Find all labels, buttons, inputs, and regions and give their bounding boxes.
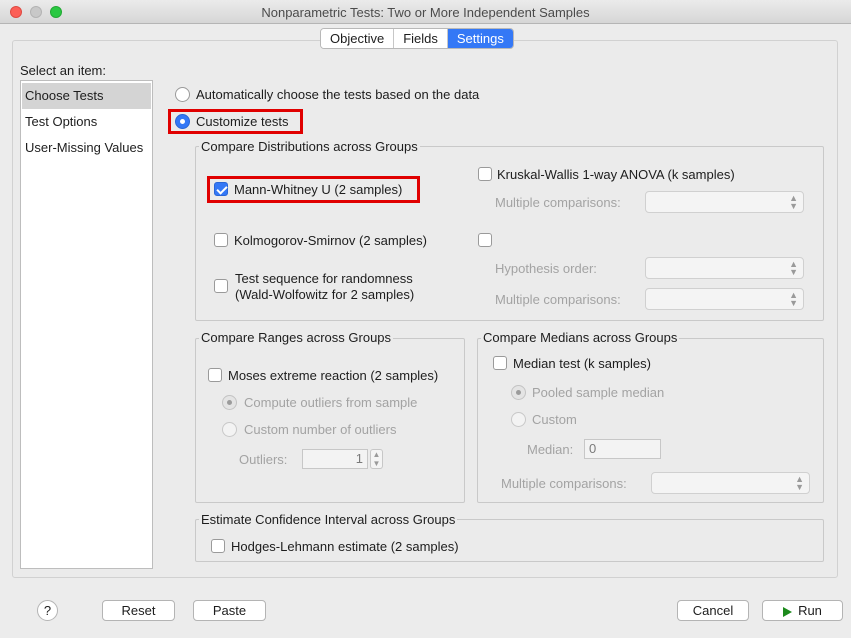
run-label: Run [798,603,822,618]
multiple-comparisons-select-2[interactable]: ▲ ▼ [645,288,804,310]
reset-button[interactable]: Reset [102,600,175,621]
run-button[interactable]: Run [762,600,843,621]
cancel-button[interactable]: Cancel [677,600,749,621]
chevron-updown-icon: ▲ ▼ [789,193,798,211]
pooled-median-radio[interactable] [511,385,526,400]
tab-bar: Objective Fields Settings [320,28,514,49]
multiple-comparisons-select-1[interactable]: ▲ ▼ [645,191,804,213]
outliers-label: Outliers: [239,452,288,467]
window-title: Nonparametric Tests: Two or More Indepen… [261,5,590,20]
ranges-group [195,338,465,503]
compute-outliers-radio[interactable] [222,395,237,410]
median-value-label: Median: [527,442,574,457]
custom-median-label: Custom [532,412,577,427]
sidebar-item-user-missing-values[interactable]: User-Missing Values [22,135,151,161]
select-item-label: Select an item: [20,63,106,78]
multiple-comparisons-label-2: Multiple comparisons: [495,292,621,307]
outliers-input[interactable]: 1 [302,449,368,469]
chevron-updown-icon: ▲ ▼ [789,259,798,277]
hypothesis-order-label: Hypothesis order: [495,261,597,276]
median-test-checkbox[interactable] [493,356,507,370]
customize-tests-radio[interactable] [175,114,190,129]
randomness-label-1: Test sequence for randomness [235,271,413,286]
outliers-stepper[interactable]: ▲ ▼ [370,449,383,469]
randomness-label-2: (Wald-Wolfowitz for 2 samples) [235,287,415,302]
median-multiple-comparisons-select[interactable]: ▲ ▼ [651,472,810,494]
pooled-median-label: Pooled sample median [532,385,665,400]
tab-objective[interactable]: Objective [321,29,395,48]
moses-checkbox[interactable] [208,368,222,382]
hodges-lehmann-label: Hodges-Lehmann estimate (2 samples) [231,539,459,554]
auto-choose-radio[interactable] [175,87,190,102]
kruskal-wallis-label: Kruskal-Wallis 1-way ANOVA (k samples) [497,167,735,182]
title-bar[interactable]: Nonparametric Tests: Two or More Indepen… [0,0,851,24]
jonckheere-checkbox[interactable] [478,233,492,247]
distributions-legend: Compare Distributions across Groups [199,139,420,154]
customize-tests-label: Customize tests [196,114,289,129]
sidebar-item-choose-tests[interactable]: Choose Tests [22,83,151,109]
tab-fields[interactable]: Fields [394,29,448,48]
chevron-updown-icon: ▲ ▼ [795,474,804,492]
compute-outliers-label: Compute outliers from sample [244,395,418,410]
randomness-checkbox[interactable] [214,279,228,293]
kolmogorov-smirnov-label: Kolmogorov-Smirnov (2 samples) [234,233,427,248]
custom-outliers-label: Custom number of outliers [244,422,397,437]
sidebar-item-test-options[interactable]: Test Options [22,109,151,135]
custom-median-radio[interactable] [511,412,526,427]
run-icon [783,606,793,617]
chevron-updown-icon: ▲ ▼ [789,290,798,308]
tab-settings[interactable]: Settings [447,29,513,48]
confidence-legend: Estimate Confidence Interval across Grou… [199,512,458,527]
kolmogorov-smirnov-checkbox[interactable] [214,233,228,247]
kruskal-wallis-checkbox[interactable] [478,167,492,181]
multiple-comparisons-label-1: Multiple comparisons: [495,195,621,210]
hodges-lehmann-checkbox[interactable] [211,539,225,553]
moses-label: Moses extreme reaction (2 samples) [228,368,439,383]
hypothesis-order-select[interactable]: ▲ ▼ [645,257,804,279]
custom-outliers-radio[interactable] [222,422,237,437]
mann-whitney-label: Mann-Whitney U (2 samples) [234,182,403,197]
auto-choose-label: Automatically choose the tests based on … [196,87,480,102]
mann-whitney-checkbox[interactable] [214,182,228,196]
median-value-input[interactable]: 0 [584,439,661,459]
ranges-legend: Compare Ranges across Groups [199,330,394,345]
paste-button[interactable]: Paste [193,600,266,621]
median-multiple-comparisons-label: Multiple comparisons: [501,476,627,491]
help-button[interactable]: ? [37,600,58,621]
median-test-label: Median test (k samples) [513,356,651,371]
medians-legend: Compare Medians across Groups [481,330,680,345]
